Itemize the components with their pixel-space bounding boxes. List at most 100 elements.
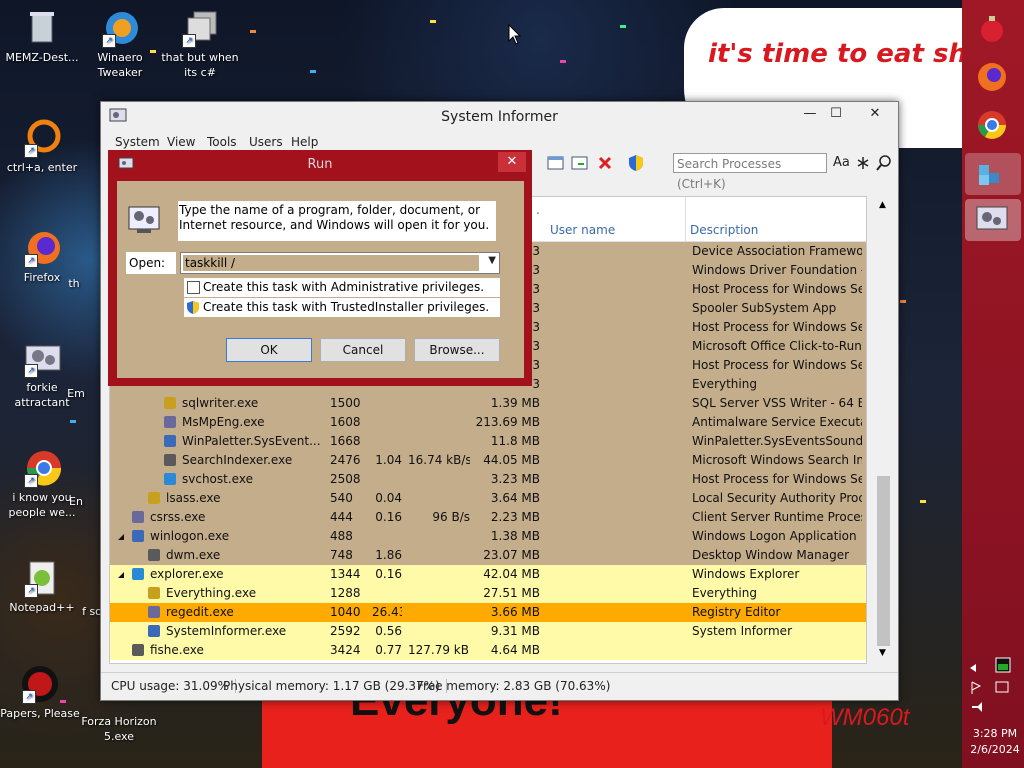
confetti [250,30,256,33]
process-icon [132,568,144,580]
desktop-icon-winaero[interactable]: ↗ Winaero Tweaker [78,8,162,80]
shield-icon [186,300,200,321]
close-button[interactable]: ✕ [853,102,897,126]
window-icon[interactable] [547,155,565,174]
tray-icons[interactable] [966,654,1024,714]
firefox-icon[interactable] [975,60,1009,94]
process-icon [164,397,176,409]
process-row[interactable]: csrss.exe 444 0.16 96 B/s 2.23 MB Client Serv… [110,508,866,527]
desktop-icon-papers-please[interactable]: ↗ Papers, Please [0,664,80,721]
taskbar-clock[interactable]: 3:28 PM 2/6/2024 [966,726,1024,758]
menu-tools[interactable]: Tools [207,135,237,149]
run-description: Type the name of a program, folder, docu… [178,201,496,241]
clock-time: 3:28 PM [972,727,1018,740]
process-row[interactable]: SearchIndexer.exe 2476 1.04 16.74 kB/s 44.05… [110,451,866,470]
process-description: Windows Driver Foundation - ... [692,263,862,277]
menu-help[interactable]: Help [291,135,318,149]
expand-icon[interactable]: ◢ [118,527,124,546]
scroll-down-icon[interactable]: ▼ [879,648,886,658]
chevron-down-icon[interactable]: ▼ [488,255,496,266]
menu-system[interactable]: System [115,135,160,149]
desktop-icon-windows-copy[interactable]: ↗ that but when its c# [158,8,242,80]
cancel-button[interactable]: Cancel [320,338,406,362]
process-row[interactable]: lsass.exe 540 0.04 3.64 MB Local Security Au… [110,489,866,508]
trustedinstaller-label: Create this task with TrustedInstaller p… [203,300,490,314]
process-io: 96 B/s [432,510,470,524]
run-command-input[interactable]: taskkill / ▼ [180,252,500,274]
chrome-icon[interactable] [975,108,1009,142]
run-close-button[interactable]: ✕ [498,152,526,172]
process-row[interactable]: svchost.exe 2508 3.23 MB Host Process for W… [110,470,866,489]
ok-button[interactable]: OK [226,338,312,362]
process-row[interactable]: fishe.exe34240.77127.79 kB...4.64 MB [110,641,866,660]
menu-view[interactable]: View [167,135,195,149]
run-dialog[interactable]: Run ✕ Type the name of a program, folder… [108,150,532,386]
process-name: svchost.exe [182,472,253,486]
confetti [70,420,76,423]
winaero-icon: ↗ [100,8,140,48]
process-row[interactable]: dwm.exe 748 1.86 23.07 MB Desktop Window Man… [110,546,866,565]
process-cpu: 0.16 [375,567,402,581]
status-physical-memory: Physical memory: 1.17 GB (29.37%) [223,679,447,693]
process-name: WinPaletter.SysEvent... [182,434,321,448]
process-memory: 4.64 MB [490,643,540,657]
process-row[interactable]: ◢ explorer.exe 1344 0.16 42.04 MB Windows Exp… [110,565,866,584]
browse-button[interactable]: Browse... [414,338,500,362]
desktop-icon-ctrl-a[interactable]: ↗ ctrl+a, enter [0,118,84,175]
search-icon[interactable] [875,154,893,175]
process-description: Local Security Authority Proce... [692,491,862,505]
scroll-thumb[interactable] [877,476,890,646]
process-cpu: 0.56 [375,624,402,638]
title-bar[interactable]: System Informer — ☐ ✕ [101,102,898,132]
registry-editor-icon[interactable] [965,153,1021,195]
menu-users[interactable]: Users [249,135,283,149]
desktop-icon-label: Em [67,387,85,400]
confetti [430,20,436,23]
process-cpu: 0.16 [375,510,402,524]
vertical-scrollbar[interactable]: ▲ ▼ [875,196,892,662]
admin-privileges-checkbox[interactable] [187,281,200,294]
process-row[interactable]: MsMpEng.exe 1608 213.69 MB Antimalware Serv… [110,413,866,432]
process-row[interactable]: SystemInformer.exe 2592 0.56 9.31 MB System … [110,622,866,641]
desktop-icon-label: that but when its c# [161,51,239,79]
expand-icon[interactable]: ◢ [118,565,124,584]
process-row[interactable]: WinPaletter.SysEvent... 1668 11.8 MB WinPal… [110,432,866,451]
process-icon [148,587,160,599]
process-row[interactable]: Everything.exe 1288 27.51 MB Everything [110,584,866,603]
desktop-icon-partial[interactable]: Em [56,386,96,401]
process-memory: 2.23 MB [490,510,540,524]
terminate-icon[interactable] [597,155,613,174]
regex-icon[interactable] [855,154,871,175]
process-cpu: 0.77 [375,643,402,657]
column-description[interactable]: Description [690,223,758,237]
process-row[interactable]: sqlwriter.exe 1500 1.39 MB SQL Server VSS W… [110,394,866,413]
process-row[interactable]: regedit.exe104026.433.66 MBRegistry Edit… [110,603,866,622]
case-sensitive-toggle[interactable]: Aa [833,155,850,170]
process-row[interactable]: ◢ winlogon.exe 488 1.38 MB Windows Logon App… [110,527,866,546]
window-go-icon[interactable] [571,155,589,174]
run-command-value[interactable]: taskkill / [183,255,479,271]
process-description: Microsoft Windows Search In... [692,453,862,467]
desktop-icon-partial[interactable]: En [56,494,96,509]
desktop-icon-chrome[interactable]: ↗ i know you people we... [0,448,84,520]
process-icon [164,435,176,447]
trustedinstaller-option[interactable]: Create this task with TrustedInstaller p… [184,298,500,317]
process-name: csrss.exe [150,510,206,524]
ornament-icon[interactable] [975,12,1009,46]
papers-please-icon: ↗ [20,664,60,704]
system-informer-icon[interactable] [965,199,1021,241]
process-description: Microsoft Office Click-to-Run [692,339,862,353]
desktop-icon-partial[interactable]: th [54,276,94,291]
process-name: MsMpEng.exe [182,415,265,429]
process-icon [132,644,144,656]
shield-icon[interactable] [627,154,645,175]
column-user-name[interactable]: User name [550,223,615,237]
desktop-icon-memz[interactable]: MEMZ-Dest... [0,8,84,65]
search-input[interactable]: Search Processes (Ctrl+K) [673,153,827,191]
run-title-bar[interactable]: Run ✕ [108,150,532,178]
process-pid: 1500 [330,396,361,410]
admin-privileges-option[interactable]: Create this task with Administrative pri… [184,278,500,297]
scroll-up-icon[interactable]: ▲ [879,200,886,210]
desktop-icon-forza[interactable]: Forza Horizon 5.exe [80,714,158,744]
maximize-button[interactable]: ☐ [819,102,853,126]
